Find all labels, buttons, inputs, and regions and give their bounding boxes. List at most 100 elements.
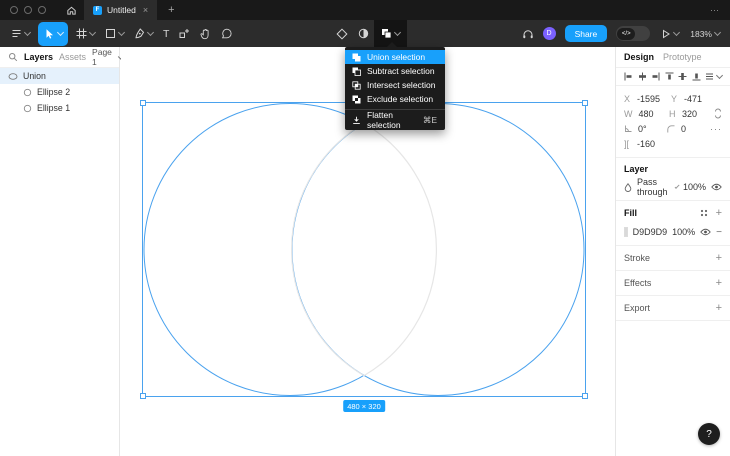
user-avatar[interactable]: D xyxy=(542,27,556,40)
mask-button[interactable] xyxy=(353,20,374,47)
resize-handle-bottom-right[interactable] xyxy=(582,393,588,399)
home-button[interactable] xyxy=(58,0,84,20)
page-selector[interactable]: Page 1 xyxy=(92,47,125,67)
minimize-window-button[interactable] xyxy=(24,6,32,14)
page-selector-label: Page 1 xyxy=(92,47,112,67)
menu-item-intersect[interactable]: Intersect selection xyxy=(345,78,445,92)
menu-item-flatten[interactable]: Flatten selection ⌘E xyxy=(345,110,445,130)
tab-design[interactable]: Design xyxy=(624,52,654,62)
independent-corners-button[interactable]: ··· xyxy=(710,124,722,134)
resize-handle-top-left[interactable] xyxy=(140,100,146,106)
menu-item-exclude[interactable]: Exclude selection xyxy=(345,92,445,106)
rotation-row: 0° 0 ··· xyxy=(616,121,730,136)
file-tab-title: Untitled xyxy=(107,5,136,15)
align-left-button[interactable] xyxy=(624,72,633,81)
x-field[interactable]: X -1595 xyxy=(624,94,671,104)
menu-item-subtract[interactable]: Subtract selection xyxy=(345,64,445,78)
chevron-down-icon xyxy=(393,28,402,37)
union-icon xyxy=(352,53,361,62)
layer-row-union[interactable]: Union xyxy=(0,68,119,84)
present-button[interactable] xyxy=(659,20,681,47)
toolbar-left-group: T xyxy=(0,20,237,47)
chevron-down-icon xyxy=(56,28,65,37)
eye-icon[interactable] xyxy=(700,228,711,236)
add-stroke-button[interactable]: + xyxy=(716,252,722,264)
resources-tool-button[interactable] xyxy=(174,20,195,47)
align-bottom-button[interactable] xyxy=(692,72,701,81)
window-tab-bar: F Untitled × + ⋯ xyxy=(0,0,730,20)
constrain-proportions-button[interactable] xyxy=(714,108,722,119)
layer-row-ellipse-2[interactable]: Ellipse 2 xyxy=(0,84,119,100)
comment-tool-button[interactable] xyxy=(216,20,237,47)
close-window-button[interactable] xyxy=(10,6,18,14)
move-tool-button[interactable] xyxy=(38,21,68,46)
distribute-button[interactable] xyxy=(705,71,724,81)
height-field[interactable]: H 320 xyxy=(669,109,714,119)
window-more-button[interactable]: ⋯ xyxy=(710,5,730,16)
layers-panel-header: Layers Assets Page 1 xyxy=(0,47,125,68)
fill-hex-field[interactable]: D9D9D9 xyxy=(633,227,668,237)
zoom-level-control[interactable]: 183% xyxy=(690,29,722,39)
stroke-section: Stroke + xyxy=(616,246,730,271)
audio-button[interactable] xyxy=(522,28,534,40)
add-effect-button[interactable]: + xyxy=(716,277,722,289)
menu-item-label: Exclude selection xyxy=(367,94,434,104)
file-tab-untitled[interactable]: F Untitled × xyxy=(84,0,158,20)
menu-item-label: Intersect selection xyxy=(367,80,436,90)
corner-radius-field[interactable]: 0 xyxy=(667,124,710,134)
tab-layers[interactable]: Layers xyxy=(24,52,53,62)
align-top-button[interactable] xyxy=(665,72,674,81)
resize-handle-bottom-left[interactable] xyxy=(140,393,146,399)
traffic-lights xyxy=(0,6,58,14)
tab-assets[interactable]: Assets xyxy=(59,52,86,62)
dimension-badge: 480 × 320 xyxy=(343,400,385,412)
align-vertical-center-button[interactable] xyxy=(678,72,687,81)
selection-bounding-box[interactable] xyxy=(140,100,588,399)
dev-mode-toggle[interactable]: </> xyxy=(616,26,651,41)
chevron-down-icon xyxy=(673,28,681,37)
align-horizontal-center-button[interactable] xyxy=(638,72,647,81)
layer-opacity-field[interactable]: 100% xyxy=(683,182,706,192)
width-field[interactable]: W 480 xyxy=(624,109,669,119)
stroke-title: Stroke xyxy=(624,253,651,263)
help-button[interactable]: ? xyxy=(698,423,720,445)
new-tab-button[interactable]: + xyxy=(157,4,185,16)
tab-prototype[interactable]: Prototype xyxy=(663,52,702,62)
figma-file-icon: F xyxy=(93,5,102,15)
zoom-window-button[interactable] xyxy=(38,6,46,14)
chevron-down-icon xyxy=(715,71,724,80)
spacing-field[interactable]: ][ -160 xyxy=(624,139,671,149)
cursor-icon xyxy=(43,28,55,40)
styles-icon[interactable] xyxy=(700,209,708,217)
close-tab-icon[interactable]: × xyxy=(143,5,148,15)
resize-handle-top-right[interactable] xyxy=(582,100,588,106)
search-icon[interactable] xyxy=(8,52,18,62)
vector-diamond-icon xyxy=(336,27,348,40)
hand-tool-button[interactable] xyxy=(195,20,216,47)
union-shape[interactable] xyxy=(143,103,585,396)
eye-icon[interactable] xyxy=(711,183,722,191)
share-button[interactable]: Share xyxy=(564,25,608,42)
menu-item-union[interactable]: Union selection xyxy=(345,50,445,64)
edit-object-button[interactable] xyxy=(331,20,353,47)
effects-section-header: Effects + xyxy=(624,277,722,289)
add-fill-button[interactable]: + xyxy=(716,207,722,219)
rotation-field[interactable]: 0° xyxy=(624,124,667,134)
fill-color-swatch[interactable] xyxy=(624,227,628,237)
main-menu-button[interactable] xyxy=(6,20,35,47)
text-tool-button[interactable]: T xyxy=(158,20,174,47)
menu-item-shortcut: ⌘E xyxy=(422,114,437,125)
remove-fill-button[interactable]: − xyxy=(716,227,722,238)
shape-tool-button[interactable] xyxy=(100,20,129,47)
y-value: -471 xyxy=(684,93,703,104)
y-field[interactable]: Y -471 xyxy=(671,94,718,104)
add-export-button[interactable]: + xyxy=(716,302,722,314)
fill-opacity-field[interactable]: 100% xyxy=(672,227,695,237)
hand-icon xyxy=(200,28,211,40)
blend-mode-selector[interactable]: Pass through xyxy=(637,177,668,197)
frame-tool-button[interactable] xyxy=(71,20,100,47)
layer-row-ellipse-1[interactable]: Ellipse 1 xyxy=(0,100,119,116)
pen-tool-button[interactable] xyxy=(129,20,158,47)
exclude-icon xyxy=(352,95,361,104)
align-right-button[interactable] xyxy=(651,72,660,81)
